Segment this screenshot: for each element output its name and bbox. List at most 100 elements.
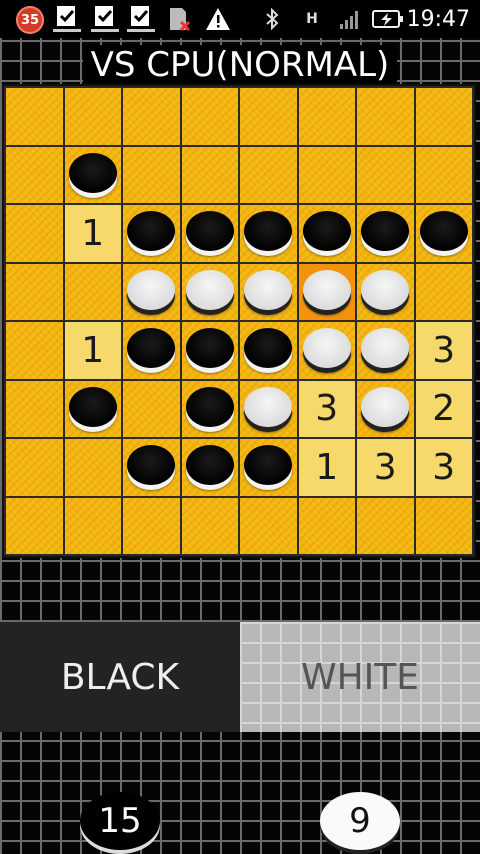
task-check-icon[interactable] — [52, 0, 82, 38]
board-cell[interactable] — [6, 380, 63, 437]
board-cell[interactable] — [415, 205, 472, 262]
black-disc — [127, 328, 176, 369]
white-player-panel: WHITE — [240, 622, 480, 732]
board-cell[interactable] — [298, 205, 355, 262]
black-disc — [185, 445, 234, 486]
hint-cell[interactable]: 1 — [64, 322, 121, 379]
black-disc — [68, 152, 117, 193]
hint-cell[interactable]: 3 — [357, 439, 414, 496]
board-cell[interactable] — [240, 88, 297, 145]
hint-count: 1 — [315, 446, 339, 488]
board-cell[interactable] — [64, 88, 121, 145]
board-cell[interactable] — [123, 88, 180, 145]
sd-card-error-icon — [166, 0, 192, 38]
board-cell[interactable] — [298, 88, 355, 145]
board-cell[interactable] — [181, 380, 238, 437]
white-disc — [244, 386, 293, 427]
board-cell[interactable] — [181, 322, 238, 379]
board-cell[interactable] — [123, 380, 180, 437]
board-cell[interactable] — [6, 497, 63, 554]
board-cell[interactable] — [181, 205, 238, 262]
board-cell[interactable] — [298, 322, 355, 379]
board-cell[interactable] — [240, 380, 297, 437]
game-title-text: VS CPU(NORMAL) — [82, 45, 398, 85]
warning-icon — [204, 0, 232, 38]
white-disc — [244, 269, 293, 310]
board-cell[interactable] — [240, 263, 297, 320]
white-disc — [302, 328, 351, 369]
board-cell[interactable] — [123, 322, 180, 379]
board-cell[interactable] — [181, 497, 238, 554]
board-cell[interactable] — [357, 497, 414, 554]
board-cell[interactable] — [240, 322, 297, 379]
white-disc — [361, 269, 410, 310]
black-score: 15 — [80, 792, 160, 850]
board-cell[interactable] — [181, 263, 238, 320]
board-cell[interactable] — [415, 146, 472, 203]
board-cell[interactable] — [415, 88, 472, 145]
board-cell[interactable] — [181, 88, 238, 145]
hint-cell[interactable]: 1 — [64, 205, 121, 262]
hint-cell[interactable]: 3 — [415, 322, 472, 379]
black-disc — [361, 211, 410, 252]
board-cell[interactable] — [123, 205, 180, 262]
black-disc — [185, 328, 234, 369]
board-cell[interactable] — [64, 439, 121, 496]
board-cell[interactable] — [123, 263, 180, 320]
board-cell[interactable] — [6, 263, 63, 320]
black-player-label: BLACK — [60, 656, 180, 698]
task-check-icon[interactable] — [90, 0, 120, 38]
board-cell[interactable] — [357, 88, 414, 145]
board-cell[interactable] — [6, 146, 63, 203]
board-cell[interactable] — [240, 146, 297, 203]
board-cell[interactable] — [357, 146, 414, 203]
board-cell[interactable] — [6, 322, 63, 379]
black-disc — [244, 328, 293, 369]
notification-badge[interactable]: 35 — [16, 6, 44, 34]
board-cell[interactable] — [123, 146, 180, 203]
hint-count: 1 — [81, 329, 105, 371]
white-player-label: WHITE — [300, 656, 420, 698]
board-cell[interactable] — [357, 205, 414, 262]
black-disc — [302, 211, 351, 252]
hint-cell[interactable]: 2 — [415, 380, 472, 437]
board-cell[interactable] — [415, 263, 472, 320]
black-disc — [244, 445, 293, 486]
black-disc — [68, 386, 117, 427]
board-cell[interactable] — [357, 263, 414, 320]
board-cell[interactable] — [64, 263, 121, 320]
hint-cell[interactable]: 3 — [415, 439, 472, 496]
board-cell[interactable] — [240, 497, 297, 554]
board-cell[interactable] — [298, 497, 355, 554]
black-player-panel: BLACK — [0, 622, 240, 732]
board-cell[interactable] — [64, 380, 121, 437]
board-cell[interactable] — [181, 146, 238, 203]
board-cell[interactable] — [415, 497, 472, 554]
game-board: 11332133 — [2, 84, 476, 558]
board-cell[interactable] — [298, 263, 355, 320]
hint-cell[interactable]: 3 — [298, 380, 355, 437]
black-disc — [127, 211, 176, 252]
white-disc — [185, 269, 234, 310]
board-cell[interactable] — [181, 439, 238, 496]
status-bar: 35 H 19:47 — [0, 0, 480, 38]
board-cell[interactable] — [6, 205, 63, 262]
board-cell[interactable] — [240, 439, 297, 496]
board-cell[interactable] — [6, 439, 63, 496]
board-cell[interactable] — [64, 497, 121, 554]
board-cell[interactable] — [357, 380, 414, 437]
board-cell[interactable] — [357, 322, 414, 379]
hint-count: 3 — [432, 446, 456, 488]
hint-cell[interactable]: 1 — [298, 439, 355, 496]
board-cell[interactable] — [123, 439, 180, 496]
board-cell[interactable] — [240, 205, 297, 262]
hint-count: 3 — [315, 388, 339, 430]
board-cell[interactable] — [64, 146, 121, 203]
hint-count: 1 — [81, 212, 105, 254]
white-disc — [127, 269, 176, 310]
board-cell[interactable] — [6, 88, 63, 145]
board-cell[interactable] — [298, 146, 355, 203]
white-disc — [361, 328, 410, 369]
task-check-icon[interactable] — [126, 0, 156, 38]
board-cell[interactable] — [123, 497, 180, 554]
